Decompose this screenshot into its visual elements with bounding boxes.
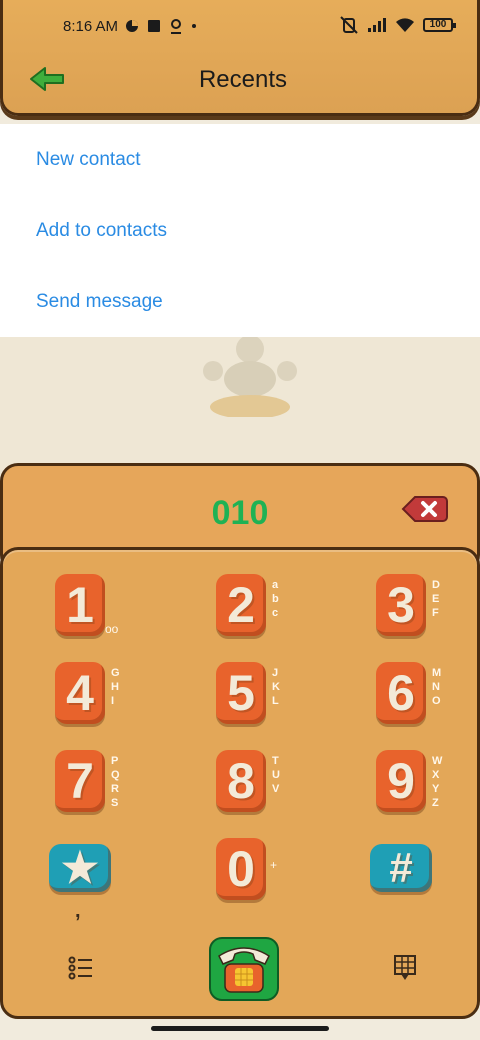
key-7[interactable]: 7 PQRS <box>55 746 155 826</box>
clay-figure-decoration <box>203 337 297 417</box>
location-pin-icon <box>171 19 181 34</box>
key-hash[interactable]: # <box>370 834 470 914</box>
telephone-icon <box>209 937 279 1001</box>
key-3[interactable]: 3 DEF <box>376 570 476 650</box>
home-indicator[interactable] <box>151 1026 329 1031</box>
mute-vibrate-icon <box>340 16 358 34</box>
key-2[interactable]: 2 abc <box>216 570 316 650</box>
voicemail-icon: oo <box>105 622 119 636</box>
key-0[interactable]: 0 + <box>216 834 316 914</box>
send-message-item[interactable]: Send message <box>0 266 480 337</box>
key-4[interactable]: 4 GHI <box>55 658 155 738</box>
keypad: 1 oo 2 abc 3 DEF 4 GHI 5 JKL 6 MNO 7 PQR… <box>0 547 480 1019</box>
new-contact-item[interactable]: New contact <box>0 124 480 195</box>
status-time: 8:16 AM <box>63 18 119 35</box>
key-star[interactable]: ★ , <box>49 834 149 922</box>
key-9[interactable]: 9 WXYZ <box>376 746 476 826</box>
key-8[interactable]: 8 TUV <box>216 746 316 826</box>
key-1[interactable]: 1 oo <box>55 570 155 650</box>
signal-icon <box>368 18 386 32</box>
delete-button[interactable] <box>401 494 449 524</box>
menu-button[interactable] <box>67 954 95 982</box>
call-button[interactable] <box>209 936 279 1002</box>
key-6[interactable]: 6 MNO <box>376 658 476 738</box>
page-title: Recents <box>198 66 288 93</box>
keypad-icon <box>394 955 416 980</box>
backspace-icon <box>401 496 448 522</box>
keypad-toggle-button[interactable] <box>391 954 419 982</box>
status-bar: 8:16 AM 100 <box>3 14 480 42</box>
dot-icon <box>192 24 196 28</box>
battery-icon: 100 <box>423 18 456 32</box>
key-5[interactable]: 5 JKL <box>216 658 316 738</box>
wallpaper-area <box>0 337 480 477</box>
add-to-contacts-item[interactable]: Add to contacts <box>0 195 480 266</box>
notification-square-icon <box>148 20 160 32</box>
action-menu: New contact Add to contacts Send message <box>0 124 480 337</box>
data-saver-icon <box>126 20 138 32</box>
app-header: 8:16 AM 100 Recents <box>0 0 480 116</box>
list-icon <box>68 956 92 980</box>
wifi-icon <box>396 18 414 32</box>
